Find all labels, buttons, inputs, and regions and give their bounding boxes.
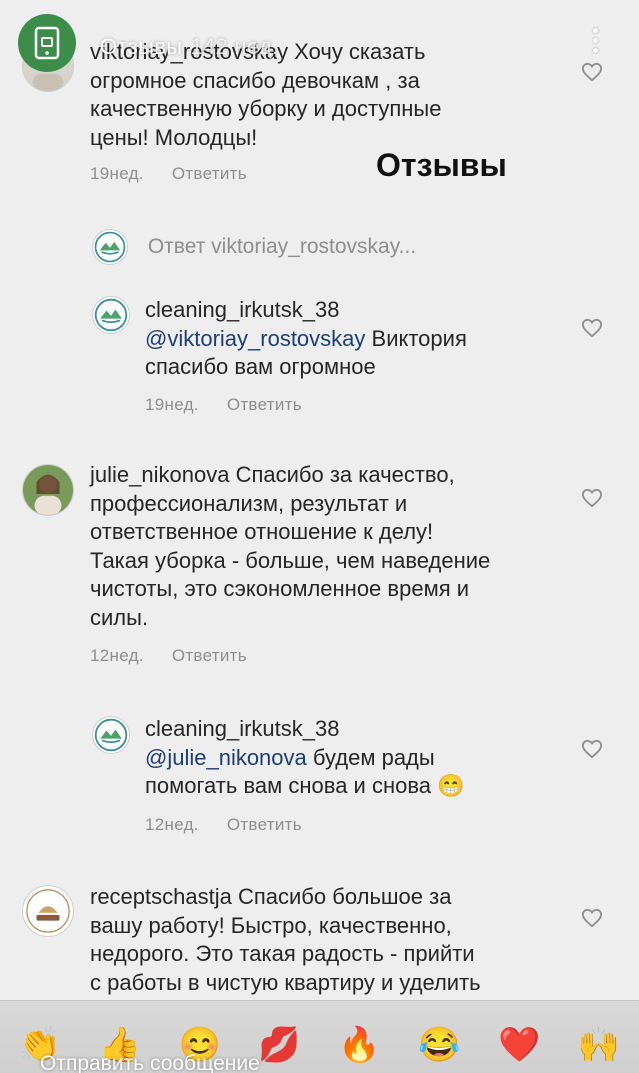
comment-line: Такая уборка - больше, чем наведение: [90, 547, 491, 573]
view-replies-link[interactable]: Ответ viktoriay_rostovskay...: [92, 229, 416, 265]
comment-line: Спасибо большое за: [237, 884, 452, 909]
laugh-emoji-icon[interactable]: 😂: [418, 1025, 460, 1065]
comment-line: вашу работу! Быстро, качественно,: [90, 912, 452, 938]
kiss-emoji-icon[interactable]: 💋: [258, 1025, 300, 1065]
comment-line: с работы в чистую квартиру и уделить: [90, 969, 481, 995]
comment-line: ответственное отношение к делу!: [90, 519, 434, 544]
comment-time: 19нед.: [145, 395, 199, 414]
mention-link[interactable]: @viktoriay_rostovskay: [145, 326, 365, 351]
comment-text: julie_nikonova Спасибо за качество, проф…: [90, 461, 560, 632]
avatar[interactable]: [92, 716, 130, 754]
avatar[interactable]: [22, 885, 74, 937]
comment-time: 12нед.: [90, 646, 144, 665]
heart-icon[interactable]: [581, 739, 603, 759]
comment-text: receptschastja Спасибо большое за вашу р…: [90, 883, 560, 997]
comment-username[interactable]: cleaning_irkutsk_38: [145, 296, 565, 325]
comment-line: качественную уборку и доступные: [90, 96, 442, 121]
reply-text: cleaning_irkutsk_38 @viktoriay_rostovska…: [145, 296, 565, 382]
reply-button[interactable]: Ответить: [227, 815, 302, 834]
reply-button[interactable]: Ответить: [172, 164, 247, 183]
reply-button[interactable]: Ответить: [172, 646, 247, 665]
comment-meta: 12нед. Ответить: [145, 815, 302, 835]
more-vertical-icon[interactable]: [590, 28, 600, 68]
comment-line: огромное спасибо девочкам , за: [90, 67, 420, 93]
comment-username[interactable]: receptschastja: [90, 884, 232, 909]
message-input[interactable]: Отправить сообщение: [40, 1052, 260, 1073]
comment-time: 12нед.: [145, 815, 199, 834]
comment-meta: 19нед. Ответить: [90, 164, 247, 184]
heart-icon[interactable]: [581, 318, 603, 338]
comment-username[interactable]: julie_nikonova: [90, 462, 229, 487]
comment-line: цены! Молодцы!: [90, 124, 258, 150]
raised-hands-emoji-icon[interactable]: 🙌: [578, 1025, 620, 1065]
avatar[interactable]: [22, 464, 74, 516]
comment-line: силы.: [90, 604, 149, 630]
comment-line: Спасибо за качество,: [235, 462, 455, 487]
comment-time: 19нед.: [90, 164, 144, 183]
fire-emoji-icon[interactable]: 🔥: [338, 1025, 380, 1065]
heart-icon[interactable]: [581, 488, 603, 508]
comment-line: чистоты, это сэкономленное время и: [90, 576, 470, 601]
brand-logo-icon: [92, 229, 128, 265]
comment-line: помогать вам снова и снова 😁: [145, 773, 465, 798]
comment-line: профессионализм, результат и: [90, 490, 408, 516]
story-age: 142 нед.: [190, 34, 279, 59]
comment-line: недорого. Это такая радость - прийти: [90, 941, 475, 966]
reply-button[interactable]: Ответить: [227, 395, 302, 414]
comment-line: будем рады: [306, 744, 435, 770]
heart-icon[interactable]: [581, 908, 603, 928]
overlay-label: Отзывы: [376, 147, 507, 183]
phone-icon: [34, 26, 60, 60]
heart-emoji-icon[interactable]: ❤️: [498, 1025, 540, 1065]
comment-meta: 12нед. Ответить: [90, 646, 247, 666]
app-badge-icon[interactable]: [18, 14, 76, 72]
view-replies-text[interactable]: Ответ viktoriay_rostovskay...: [148, 235, 416, 258]
reply-text: cleaning_irkutsk_38 @julie_nikonova буде…: [145, 715, 565, 801]
story-title-text: Отзывы: [100, 34, 183, 59]
comment-line: Виктория: [365, 325, 467, 351]
mention-link[interactable]: @julie_nikonova: [145, 745, 307, 770]
comment-username[interactable]: cleaning_irkutsk_38: [145, 715, 565, 744]
comment-meta: 19нед. Ответить: [145, 395, 302, 415]
comment-line: спасибо вам огромное: [145, 354, 376, 379]
story-title: Отзывы 142 нед.: [100, 34, 278, 60]
avatar[interactable]: [92, 296, 130, 334]
